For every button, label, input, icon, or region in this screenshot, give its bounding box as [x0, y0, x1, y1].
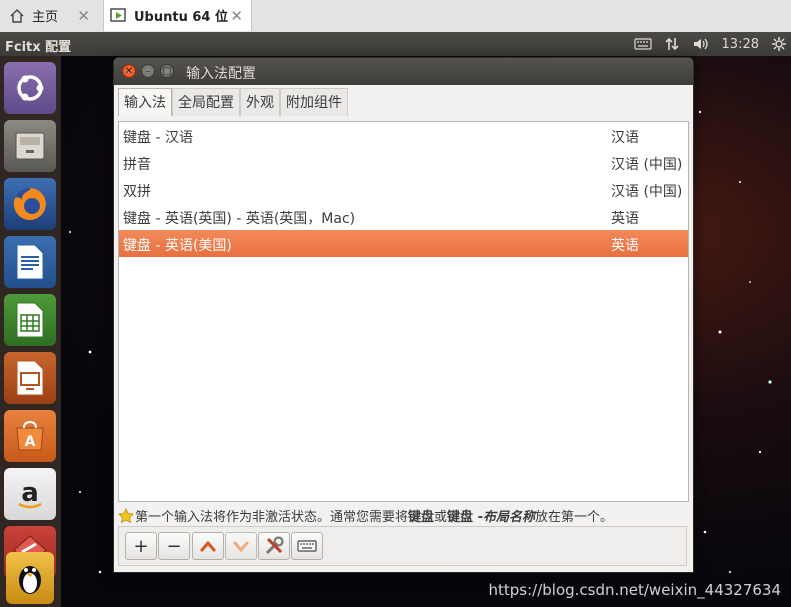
- vm-tab-ubuntu-label: Ubuntu 64 位: [134, 10, 228, 25]
- impress-icon[interactable]: [4, 352, 56, 404]
- hint-part2: 或: [434, 510, 448, 525]
- firefox-icon[interactable]: [4, 178, 56, 230]
- top-panel: Fcitx 配置 13:28: [0, 32, 791, 56]
- window-close-button[interactable]: ✕: [122, 64, 136, 78]
- list-item[interactable]: 双拼 汉语 (中国): [119, 176, 688, 203]
- move-up-button[interactable]: [192, 532, 224, 560]
- wrench-screwdriver-icon: [265, 536, 284, 555]
- star-icon: [118, 507, 134, 524]
- remove-button[interactable]: −: [158, 532, 190, 560]
- tab-input-method[interactable]: 输入法: [118, 88, 172, 116]
- input-method-language: 汉语 (中国): [611, 157, 683, 173]
- chevron-down-icon: [233, 541, 249, 552]
- config-tabs: 输入法 全局配置 外观 附加组件: [118, 88, 348, 116]
- software-center-icon[interactable]: A: [4, 410, 56, 462]
- keyboard-icon: [297, 540, 317, 552]
- input-method-name: 键盘 - 英语(美国): [123, 238, 232, 254]
- add-button[interactable]: +: [125, 532, 157, 560]
- input-method-name: 拼音: [123, 157, 151, 173]
- vm-tab-home-label: 主页: [32, 10, 59, 25]
- vm-tab-home[interactable]: 主页 ✕: [0, 0, 98, 31]
- watermark: https://blog.csdn.net/weixin_44327634: [488, 581, 781, 599]
- hint-italic: 布局名称: [482, 510, 535, 525]
- tux-icon[interactable]: [6, 552, 54, 604]
- files-icon[interactable]: [4, 120, 56, 172]
- keyboard-indicator-icon[interactable]: [633, 37, 652, 51]
- hint-bold2: 键盘 -: [447, 510, 483, 525]
- amazon-icon[interactable]: a: [4, 468, 56, 520]
- hint-part1: 第一个输入法将作为非激活状态。通常您需要将: [135, 510, 409, 525]
- configure-button[interactable]: [258, 532, 290, 560]
- vm-play-icon: [110, 7, 128, 25]
- vm-tab-ubuntu[interactable]: Ubuntu 64 位 ✕: [103, 0, 252, 31]
- active-app-title: Fcitx 配置: [5, 40, 72, 55]
- system-tray: 13:28: [628, 32, 791, 56]
- vm-tab-strip: 主页 ✕ Ubuntu 64 位 ✕: [0, 0, 791, 33]
- chevron-up-icon: [200, 540, 216, 552]
- add-icon: +: [133, 535, 149, 557]
- home-icon: [8, 7, 26, 25]
- svg-text:A: A: [25, 434, 36, 450]
- volume-icon[interactable]: [692, 36, 710, 52]
- list-item-selected[interactable]: 键盘 - 英语(美国) 英语: [119, 230, 688, 257]
- input-method-name: 双拼: [123, 184, 151, 200]
- list-item[interactable]: 键盘 - 汉语 汉语: [119, 122, 688, 149]
- remove-icon: −: [166, 535, 182, 557]
- list-item[interactable]: 拼音 汉语 (中国): [119, 149, 688, 176]
- list-toolbar: + −: [118, 526, 687, 566]
- window-titlebar[interactable]: ✕ – □ 输入法配置: [114, 58, 693, 85]
- keyboard-layout-button[interactable]: [291, 532, 323, 560]
- calc-icon[interactable]: [4, 294, 56, 346]
- input-method-language: 英语: [611, 238, 639, 254]
- window-minimize-button[interactable]: –: [141, 64, 155, 78]
- window-title: 输入法配置: [186, 66, 256, 82]
- ubuntu-dash-icon[interactable]: [4, 62, 56, 114]
- svg-text:a: a: [21, 478, 39, 508]
- input-method-language: 汉语 (中国): [611, 184, 683, 200]
- move-down-button[interactable]: [225, 532, 257, 560]
- hint-text: 第一个输入法将作为非激活状态。通常您需要将 键盘或键盘 - 布局名称 放在第一个。: [118, 506, 690, 525]
- unity-launcher: A a: [0, 56, 61, 607]
- clock[interactable]: 13:28: [722, 37, 759, 52]
- window-maximize-button[interactable]: □: [160, 64, 174, 78]
- close-icon[interactable]: ✕: [230, 7, 243, 25]
- list-item[interactable]: 键盘 - 英语(英国) - 英语(英国，Mac) 英语: [119, 203, 688, 230]
- gear-icon[interactable]: [771, 36, 787, 52]
- network-icon[interactable]: [664, 36, 680, 52]
- tab-global-config[interactable]: 全局配置: [172, 88, 240, 116]
- input-method-name: 键盘 - 汉语: [123, 130, 193, 146]
- close-icon[interactable]: ✕: [77, 7, 90, 25]
- hint-part3: 放在第一个。: [534, 510, 613, 525]
- input-method-list[interactable]: 键盘 - 汉语 汉语 拼音 汉语 (中国) 双拼 汉语 (中国) 键盘 - 英语…: [118, 121, 689, 502]
- hint-bold1: 键盘: [408, 510, 435, 525]
- fcitx-config-window: ✕ – □ 输入法配置 输入法 全局配置 外观 附加组件 键盘 - 汉语 汉语 …: [113, 57, 694, 573]
- tab-addons[interactable]: 附加组件: [280, 88, 348, 116]
- input-method-language: 英语: [611, 211, 639, 227]
- writer-icon[interactable]: [4, 236, 56, 288]
- input-method-name: 键盘 - 英语(英国) - 英语(英国，Mac): [123, 211, 356, 227]
- input-method-language: 汉语: [611, 130, 639, 146]
- tab-appearance[interactable]: 外观: [240, 88, 280, 116]
